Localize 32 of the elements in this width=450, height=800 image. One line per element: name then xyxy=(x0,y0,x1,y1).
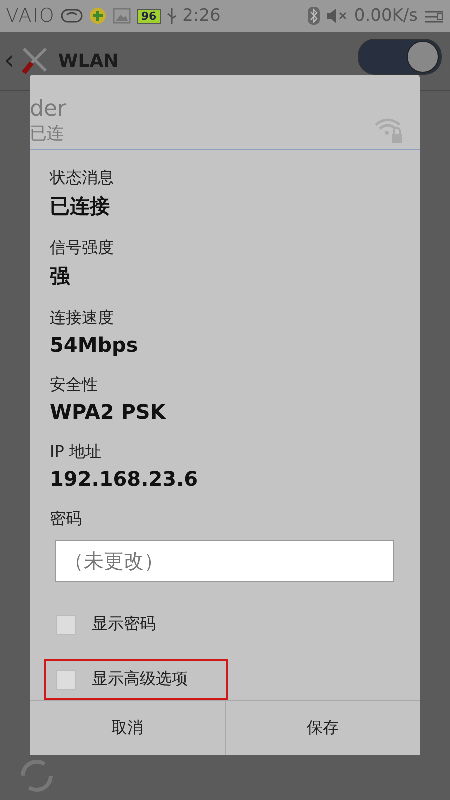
mute-icon xyxy=(326,8,348,24)
logo: VAIO xyxy=(6,5,56,27)
dialog-button[interactable]: 取消 xyxy=(30,701,226,755)
refresh-icon[interactable] xyxy=(20,759,54,793)
detail-value: WPA2 PSK xyxy=(50,400,168,424)
bluetooth-icon xyxy=(308,7,320,25)
detail-label: 安全性 xyxy=(50,375,99,396)
wlan-switch[interactable] xyxy=(358,39,442,75)
detail-value: 已连接 xyxy=(50,193,111,220)
usb-icon xyxy=(166,7,177,25)
detail-label: 信号强度 xyxy=(50,238,115,259)
network-status: 已连 xyxy=(30,123,65,145)
checkbox[interactable] xyxy=(56,670,76,690)
network-speed: 0.00K/s xyxy=(354,6,418,26)
sliders-icon xyxy=(424,9,444,23)
clock: 2:26 xyxy=(182,6,221,26)
network-name: der xyxy=(30,97,67,122)
plus-circle-icon xyxy=(89,7,108,25)
detail-value: 54Mbps xyxy=(50,333,140,357)
image-icon xyxy=(113,8,132,24)
option-label: 显示密码 xyxy=(92,614,156,635)
battery-level: 96 xyxy=(137,8,161,24)
password-field[interactable]: （未更改） xyxy=(55,540,394,582)
detail-label: 状态消息 xyxy=(50,168,115,189)
detail-label: IP 地址 xyxy=(50,442,102,463)
screen-title: WLAN xyxy=(58,50,119,72)
option-label: 显示高级选项 xyxy=(92,669,188,690)
checkbox[interactable] xyxy=(56,614,76,634)
password-label: 密码 xyxy=(50,509,83,530)
detail-label: 连接速度 xyxy=(50,308,115,329)
detail-value: 192.168.23.6 xyxy=(50,467,200,491)
detail-value: 强 xyxy=(50,263,72,290)
